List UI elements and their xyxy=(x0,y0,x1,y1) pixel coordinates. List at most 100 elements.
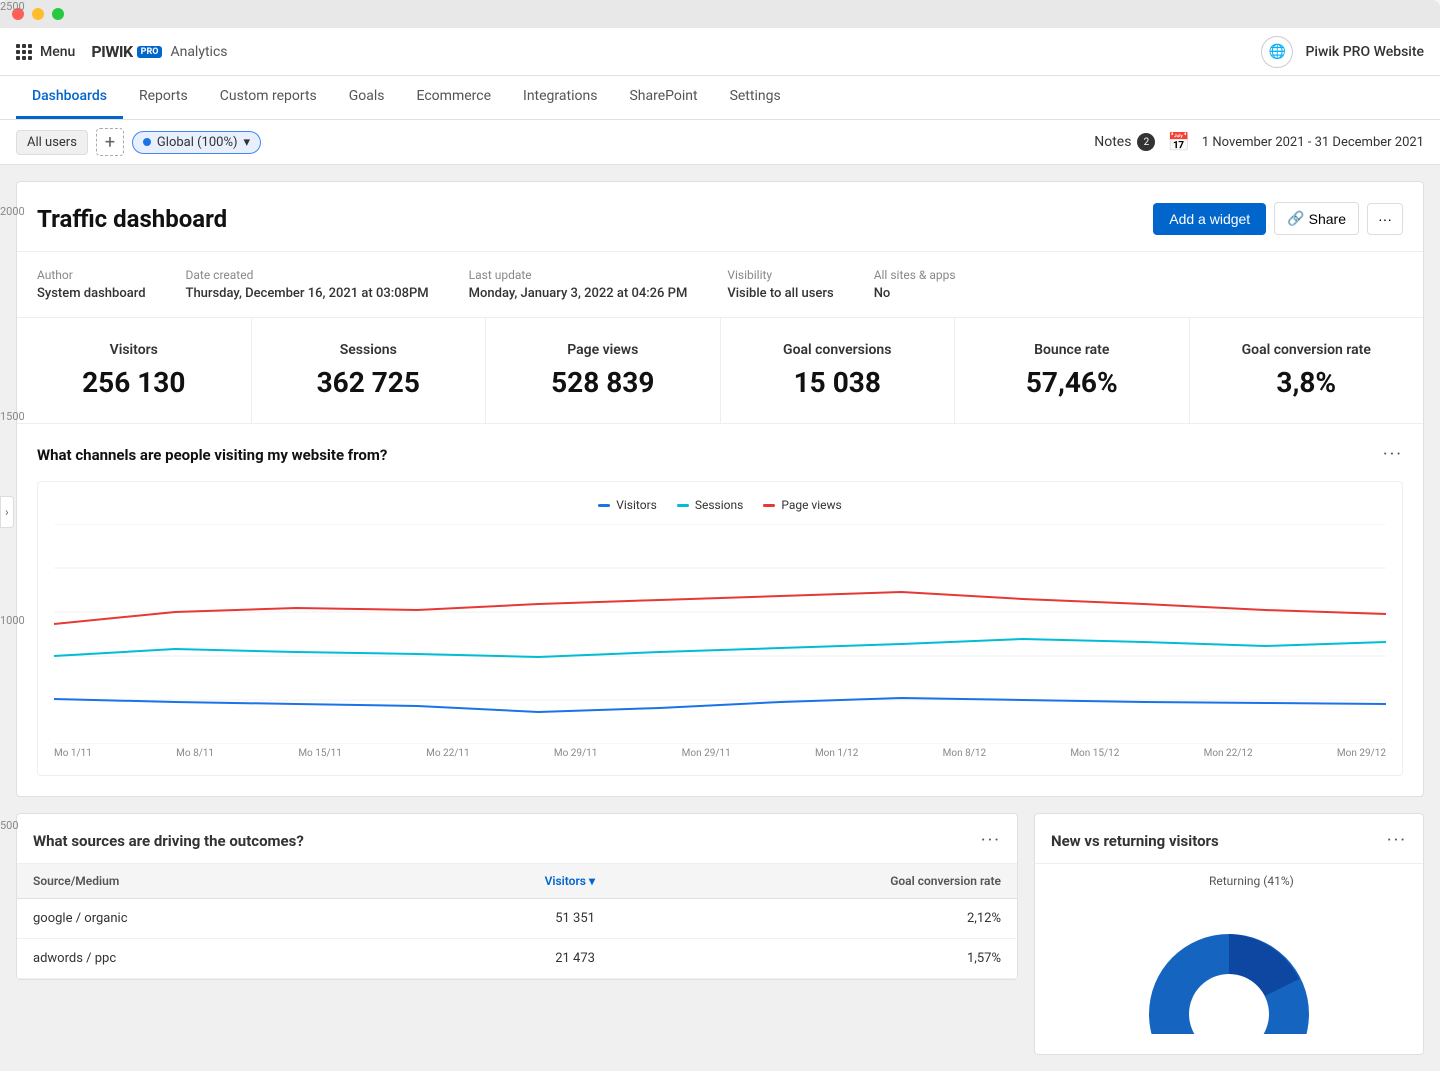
pie-title: New vs returning visitors xyxy=(1051,832,1219,850)
stats-row: Visitors 256 130 Sessions 362 725 Page v… xyxy=(17,318,1423,424)
date-range: 1 November 2021 - 31 December 2021 xyxy=(1202,135,1424,150)
tab-reports[interactable]: Reports xyxy=(123,76,204,119)
table-section: What sources are driving the outcomes? ·… xyxy=(16,813,1018,980)
legend-sessions: Sessions xyxy=(677,498,743,512)
sources-section: What sources are driving the outcomes? ·… xyxy=(16,813,1018,1055)
col-source: Source/Medium xyxy=(17,864,377,899)
sidebar-arrow[interactable]: › xyxy=(0,496,14,528)
chart-area xyxy=(54,524,1386,744)
pie-chart: Returning (41%) xyxy=(1129,884,1329,1034)
table-header-row: What sources are driving the outcomes? ·… xyxy=(17,814,1017,864)
col-conversion-rate: Goal conversion rate xyxy=(611,864,1017,899)
share-button[interactable]: 🔗 Share xyxy=(1274,202,1359,235)
pie-section: New vs returning visitors ··· Returning … xyxy=(1034,813,1424,1055)
channels-more-button[interactable]: ··· xyxy=(1383,444,1403,465)
tab-custom-reports[interactable]: Custom reports xyxy=(204,76,333,119)
stat-sessions: Sessions 362 725 xyxy=(252,318,487,423)
channels-title: What channels are people visiting my web… xyxy=(37,446,387,464)
chevron-down-icon: ▾ xyxy=(244,135,251,150)
logo: PIWIK PRO Analytics xyxy=(91,42,227,61)
table-row: google / organic 51 351 2,12% xyxy=(17,899,1017,939)
stat-visitors: Visitors 256 130 xyxy=(17,318,252,423)
rate-adwords: 1,57% xyxy=(611,939,1017,979)
notes-badge: 2 xyxy=(1137,133,1155,151)
globe-button[interactable]: 🌐 xyxy=(1261,36,1293,68)
filter-right: Notes 2 📅 1 November 2021 - 31 December … xyxy=(1094,132,1424,153)
pie-content: Returning (41%) xyxy=(1035,864,1423,1054)
visitors-legend-dot xyxy=(598,504,610,507)
add-widget-button[interactable]: Add a widget xyxy=(1153,203,1266,235)
segment-name: Global (100%) xyxy=(157,135,238,150)
chart-with-axis: 2500 2000 1500 1000 500 xyxy=(54,524,1386,759)
table-row: adwords / ppc 21 473 1,57% xyxy=(17,939,1017,979)
new-vs-returning-section: New vs returning visitors ··· Returning … xyxy=(1034,813,1424,1055)
tab-goals[interactable]: Goals xyxy=(333,76,401,119)
logo-pro: PRO xyxy=(137,46,163,58)
chart-right: Mo 1/11 Mo 8/11 Mo 15/11 Mo 22/11 Mo 29/… xyxy=(54,524,1386,759)
dashboard-meta: Author System dashboard Date created Thu… xyxy=(17,252,1423,318)
page-views-legend-label: Page views xyxy=(781,498,841,512)
meta-last-update: Last update Monday, January 3, 2022 at 0… xyxy=(469,268,688,301)
page-views-legend-dot xyxy=(763,504,775,507)
source-google: google / organic xyxy=(17,899,377,939)
pie-svg xyxy=(1129,884,1329,1034)
site-name: Piwik PRO Website xyxy=(1305,44,1424,60)
segment-dot xyxy=(143,138,151,146)
sources-more-button[interactable]: ··· xyxy=(981,830,1001,851)
x-axis-labels: Mo 1/11 Mo 8/11 Mo 15/11 Mo 22/11 Mo 29/… xyxy=(54,748,1386,759)
top-bar-right: 🌐 Piwik PRO Website xyxy=(1261,36,1424,68)
stat-goal-conversions: Goal conversions 15 038 xyxy=(721,318,956,423)
visitors-adwords: 21 473 xyxy=(377,939,611,979)
chart-container: Visitors Sessions Page views 2500 xyxy=(37,481,1403,776)
meta-date-created: Date created Thursday, December 16, 2021… xyxy=(186,268,429,301)
stat-bounce-rate: Bounce rate 57,46% xyxy=(955,318,1190,423)
sessions-line xyxy=(54,639,1386,657)
chart-legend: Visitors Sessions Page views xyxy=(54,498,1386,512)
dashboard-card: Traffic dashboard Add a widget 🔗 Share ·… xyxy=(16,181,1424,797)
legend-page-views: Page views xyxy=(763,498,841,512)
tab-sharepoint[interactable]: SharePoint xyxy=(613,76,713,119)
meta-author: Author System dashboard xyxy=(37,268,146,301)
channels-header: What channels are people visiting my web… xyxy=(37,444,1403,465)
pie-more-button[interactable]: ··· xyxy=(1387,830,1407,851)
calendar-button[interactable]: 📅 xyxy=(1167,132,1189,153)
dashboard-header: Traffic dashboard Add a widget 🔗 Share ·… xyxy=(17,182,1423,252)
filter-bar: All users + Global (100%) ▾ Notes 2 📅 1 … xyxy=(0,120,1440,165)
stat-page-views: Page views 528 839 xyxy=(486,318,721,423)
sessions-legend-label: Sessions xyxy=(695,498,743,512)
notes-button[interactable]: Notes 2 xyxy=(1094,133,1155,151)
window-chrome xyxy=(0,0,1440,28)
add-segment-button[interactable]: + xyxy=(96,128,124,156)
tab-integrations[interactable]: Integrations xyxy=(507,76,613,119)
meta-visibility: Visibility Visible to all users xyxy=(727,268,833,301)
main-content: Traffic dashboard Add a widget 🔗 Share ·… xyxy=(0,165,1440,1071)
table-header: Source/Medium Visitors ▾ Goal conversion… xyxy=(17,864,1017,899)
analytics-label: Analytics xyxy=(170,44,227,60)
nav-tabs: Dashboards Reports Custom reports Goals … xyxy=(0,76,1440,120)
channels-chart-section: What channels are people visiting my web… xyxy=(17,424,1423,796)
page-views-line xyxy=(54,592,1386,624)
sources-table: Source/Medium Visitors ▾ Goal conversion… xyxy=(17,864,1017,979)
pie-header-row: New vs returning visitors ··· xyxy=(1035,814,1423,864)
logo-text: PIWIK xyxy=(91,42,132,61)
bottom-sections: What sources are driving the outcomes? ·… xyxy=(16,813,1424,1055)
dashboard-actions: Add a widget 🔗 Share ··· xyxy=(1153,202,1403,235)
visitors-google: 51 351 xyxy=(377,899,611,939)
col-visitors[interactable]: Visitors ▾ xyxy=(377,864,611,899)
sources-title: What sources are driving the outcomes? xyxy=(33,832,304,850)
top-bar: Menu PIWIK PRO Analytics 🌐 Piwik PRO Web… xyxy=(0,28,1440,76)
tab-settings[interactable]: Settings xyxy=(714,76,797,119)
legend-visitors: Visitors xyxy=(598,498,657,512)
more-options-button[interactable]: ··· xyxy=(1367,203,1403,235)
share-icon: 🔗 xyxy=(1287,210,1304,227)
source-adwords: adwords / ppc xyxy=(17,939,377,979)
global-segment-pill[interactable]: Global (100%) ▾ xyxy=(132,131,261,154)
chart-svg xyxy=(54,524,1386,744)
dashboard-title: Traffic dashboard xyxy=(37,205,227,233)
returning-label: Returning (41%) xyxy=(1209,874,1309,888)
rate-google: 2,12% xyxy=(611,899,1017,939)
maximize-button[interactable] xyxy=(52,8,64,20)
stat-goal-conversion-rate: Goal conversion rate 3,8% xyxy=(1190,318,1424,423)
meta-sites: All sites & apps No xyxy=(874,268,956,301)
tab-ecommerce[interactable]: Ecommerce xyxy=(401,76,507,119)
